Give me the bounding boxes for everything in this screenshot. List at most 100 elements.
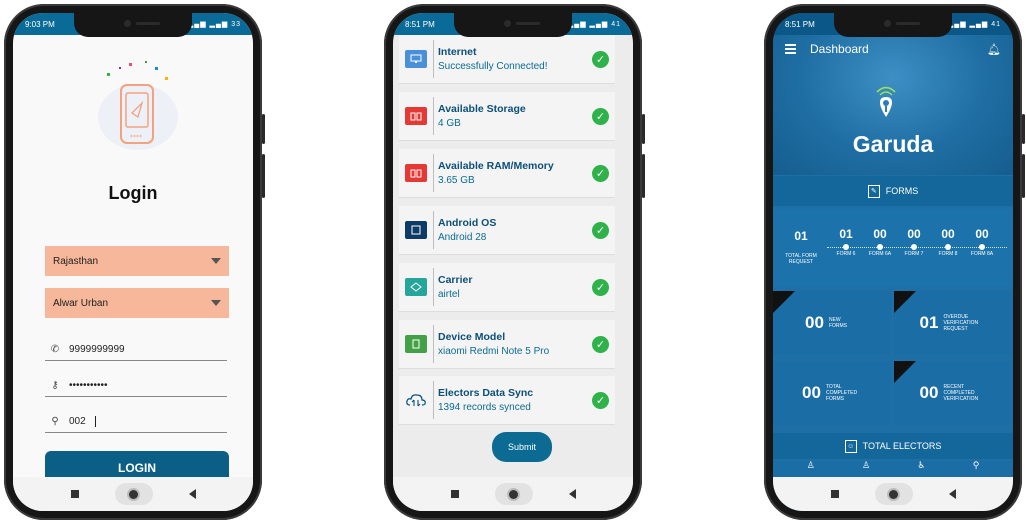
status-icons: ▂▄▆ ▂▄▆ 41 [567, 21, 621, 28]
home-button[interactable] [114, 483, 153, 505]
password-field[interactable]: ⚷ ••••••••••• [45, 375, 227, 397]
phone-icon: ✆ [50, 344, 60, 355]
check-title: Electors Data Sync [438, 387, 534, 399]
overdue-verification-tile[interactable]: 01 OVERDUE VERIFICATION REQUEST [894, 291, 1013, 355]
form-count[interactable]: 00 FORM 8 [931, 227, 965, 257]
form-count[interactable]: 01 FORM 6 [829, 227, 863, 257]
check-item-internet: Internet Successfully Connected! ✓ [399, 35, 615, 83]
volume-button [642, 114, 645, 144]
form-count[interactable]: 00 FORM 8A [965, 227, 999, 257]
home-icon [509, 489, 518, 499]
check-value: 3.65 GB [438, 175, 475, 186]
home-button[interactable] [874, 483, 913, 505]
location-pin-icon: ⚲ [51, 416, 59, 427]
forms-header[interactable]: ✎ FORMS [773, 176, 1013, 206]
app-bar: Dashboard 🔔︎ [773, 35, 1013, 63]
count-label: FORM 8 [938, 251, 958, 257]
phone-value: 9999999999 [69, 344, 125, 355]
completed-forms-tile[interactable]: 00 TOTAL COMPLETED FORMS [773, 361, 891, 425]
timeline-dot [979, 244, 985, 250]
recents-icon[interactable] [70, 490, 79, 498]
check-value: 4 GB [438, 118, 461, 129]
menu-icon[interactable] [785, 44, 796, 54]
check-circle-icon: ✓ [592, 164, 609, 182]
brand-name: Garuda [852, 131, 934, 157]
count-value: 00 [907, 227, 921, 241]
key-icon: ⚷ [51, 380, 59, 391]
recents-icon[interactable] [450, 490, 459, 498]
timeline-dot [877, 244, 883, 250]
check-title: Carrier [438, 274, 473, 286]
status-icons: ▂▄▆ ▂▄▆ 41 [947, 21, 1001, 28]
new-ribbon [894, 361, 916, 383]
phone-dashboard-mockup: 8:51 PM ▂▄▆ ▂▄▆ 41 Dashboard 🔔︎ Garuda ✎… [764, 4, 1025, 520]
form-count[interactable]: 00 FORM 6A [863, 227, 897, 257]
status-time: 9:03 PM [25, 19, 55, 29]
check-title: Internet [438, 46, 477, 58]
recents-icon[interactable] [830, 490, 839, 498]
home-icon [889, 489, 898, 499]
back-icon[interactable] [188, 489, 196, 499]
total-request-count[interactable]: 01 TOTAL FORM REQUEST [781, 229, 821, 265]
check-item-device-model: Device Model xiaomi Redmi Note 5 Pro ✓ [399, 320, 615, 368]
back-icon[interactable] [568, 489, 576, 499]
check-value: 1394 records synced [438, 402, 531, 413]
check-item-android-os: Android OS Android 28 ✓ [399, 206, 615, 254]
code-field[interactable]: ⚲ 002 [45, 411, 227, 433]
chevron-down-icon [211, 258, 221, 264]
password-value: ••••••••••• [69, 380, 108, 391]
phone-model-icon [405, 335, 427, 353]
android-nav-bar [773, 477, 1013, 511]
state-dropdown[interactable]: Rajasthan [45, 246, 229, 276]
home-icon [129, 489, 138, 499]
check-title: Available RAM/Memory [438, 160, 554, 172]
device-icon [405, 221, 427, 239]
dashboard-screen: 8:51 PM ▂▄▆ ▂▄▆ 41 Dashboard 🔔︎ Garuda ✎… [773, 13, 1013, 511]
tile-value: 00 [805, 313, 824, 332]
timeline-dot [911, 244, 917, 250]
check-circle-icon: ✓ [592, 50, 609, 68]
login-title: Login [108, 183, 158, 203]
count-value: 00 [873, 227, 887, 241]
district-value: Alwar Urban [53, 297, 109, 309]
submit-button[interactable]: Submit [492, 432, 552, 462]
tile-label: NEW FORMS [828, 317, 848, 329]
text-cursor [94, 416, 96, 427]
notch [834, 13, 952, 37]
recent-verification-tile[interactable]: 00 RECENT COMPLETED VERIFICATION [894, 361, 1013, 425]
new-forms-tile[interactable]: 00 NEW FORMS [773, 291, 891, 355]
check-title: Android OS [438, 217, 497, 229]
count-value: 01 [794, 229, 808, 243]
phone-login-mockup: 9:03 PM ▂▄▆ ▂▄▆ 33 **** Login Rajasthan … [4, 4, 265, 520]
tile-value: 01 [919, 313, 939, 332]
forms-label: FORMS [885, 186, 919, 196]
form-count[interactable]: 00 FORM 7 [897, 227, 931, 257]
check-value: airtel [438, 289, 460, 300]
phone-field[interactable]: ✆ 9999999999 [45, 339, 227, 361]
check-item-storage: Available Storage 4 GB ✓ [399, 92, 615, 140]
code-value: 002 [69, 416, 86, 427]
notch [454, 13, 572, 37]
state-value: Rajasthan [53, 255, 99, 267]
count-label: TOTAL FORM REQUEST [785, 253, 817, 265]
count-label: FORM 7 [904, 251, 924, 257]
chevron-down-icon [211, 300, 221, 306]
check-item-carrier: Carrier airtel ✓ [399, 263, 615, 311]
check-value: Android 28 [438, 232, 487, 243]
android-nav-bar [13, 477, 253, 511]
clipboard-icon: ✎ [867, 184, 880, 198]
district-dropdown[interactable]: Alwar Urban [45, 288, 229, 318]
total-electors-header[interactable]: ☺ TOTAL ELECTORS [773, 433, 1013, 459]
power-button [262, 154, 265, 198]
bell-icon[interactable]: 🔔︎ [987, 43, 1001, 56]
count-label: FORM 6 [836, 251, 856, 257]
back-icon[interactable] [948, 489, 956, 499]
cloud-sync-icon [405, 391, 427, 409]
check-circle-icon: ✓ [592, 221, 609, 239]
status-time: 8:51 PM [785, 19, 815, 29]
home-button[interactable] [494, 483, 533, 505]
timeline-dot [843, 244, 849, 250]
power-button [1022, 154, 1025, 198]
check-circle-icon: ✓ [592, 335, 609, 353]
count-value: 00 [975, 227, 989, 241]
